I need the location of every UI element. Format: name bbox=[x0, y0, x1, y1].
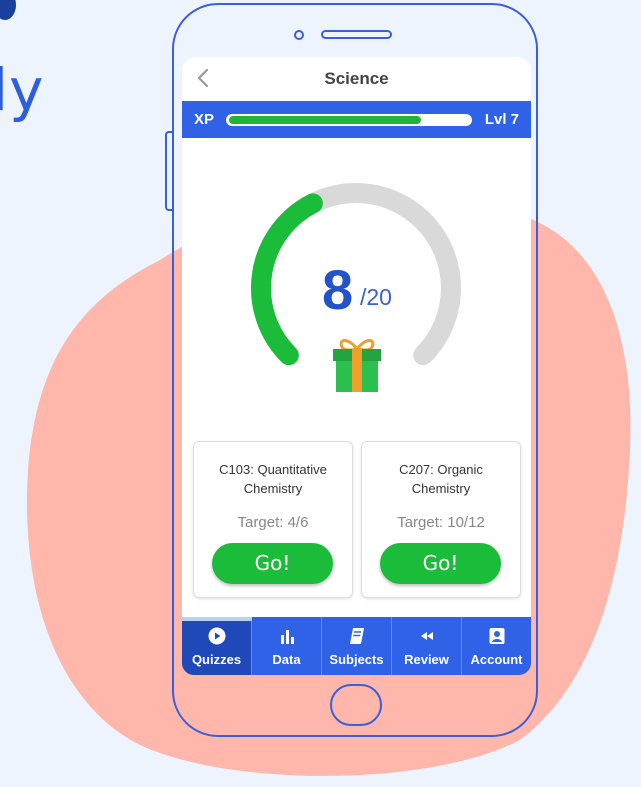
xp-progress-fill bbox=[229, 116, 421, 124]
tab-review[interactable]: Review bbox=[392, 617, 461, 675]
tab-data[interactable]: Data bbox=[252, 617, 321, 675]
tab-label: Review bbox=[404, 652, 449, 667]
page-title: Science bbox=[324, 69, 389, 88]
quiz-card-title-line2: Chemistry bbox=[243, 481, 303, 496]
book-icon bbox=[350, 628, 364, 644]
tab-subjects[interactable]: Subjects bbox=[322, 617, 391, 675]
gift-icon bbox=[333, 339, 381, 392]
quiz-card-target: Target: 4/6 bbox=[237, 514, 309, 531]
quiz-card-title: C207: Organic Chemistry bbox=[368, 460, 514, 498]
phone-home-button[interactable] bbox=[330, 684, 382, 726]
active-tab-indicator bbox=[182, 617, 252, 621]
quiz-card-title-line2: Chemistry bbox=[411, 481, 471, 496]
quiz-card-title-line1: C207: Organic bbox=[399, 462, 483, 477]
quiz-card: C103: Quantitative Chemistry Target: 4/6… bbox=[193, 441, 353, 598]
app-header: Science bbox=[182, 57, 531, 101]
bar-chart-icon bbox=[281, 630, 294, 644]
tab-account[interactable]: Account bbox=[462, 617, 531, 675]
xp-progress-track bbox=[226, 114, 472, 126]
bottom-tab-bar: Quizzes Data Subjects Review Account bbox=[182, 617, 531, 675]
rewind-icon bbox=[421, 632, 433, 640]
xp-bar: XP Lvl 7 bbox=[182, 101, 531, 138]
play-icon bbox=[208, 627, 226, 645]
phone-speaker bbox=[321, 30, 392, 39]
quiz-card-target: Target: 10/12 bbox=[397, 514, 485, 531]
phone-camera bbox=[294, 30, 304, 40]
score-value: 8 bbox=[322, 258, 354, 321]
app-screen: Science XP Lvl 7 8 /20 C103: Quantitativ… bbox=[182, 57, 531, 675]
quiz-card: C207: Organic Chemistry Target: 10/12 Go… bbox=[361, 441, 521, 598]
tab-quizzes[interactable]: Quizzes bbox=[182, 617, 251, 675]
phone-side-button bbox=[165, 131, 172, 211]
go-button[interactable]: Go! bbox=[212, 543, 333, 584]
level-label: Lvl 7 bbox=[484, 111, 519, 128]
score-total: /20 bbox=[360, 284, 392, 310]
tab-label: Data bbox=[272, 652, 301, 667]
account-icon bbox=[489, 628, 505, 644]
tab-label: Quizzes bbox=[191, 652, 242, 667]
go-button[interactable]: Go! bbox=[380, 543, 501, 584]
xp-label: XP bbox=[194, 111, 215, 128]
quiz-card-title: C103: Quantitative Chemistry bbox=[200, 460, 346, 498]
tab-label: Account bbox=[470, 652, 523, 667]
quiz-card-title-line1: C103: Quantitative bbox=[219, 462, 327, 477]
gauge-progress-arc bbox=[251, 193, 323, 366]
tab-label: Subjects bbox=[329, 652, 384, 667]
